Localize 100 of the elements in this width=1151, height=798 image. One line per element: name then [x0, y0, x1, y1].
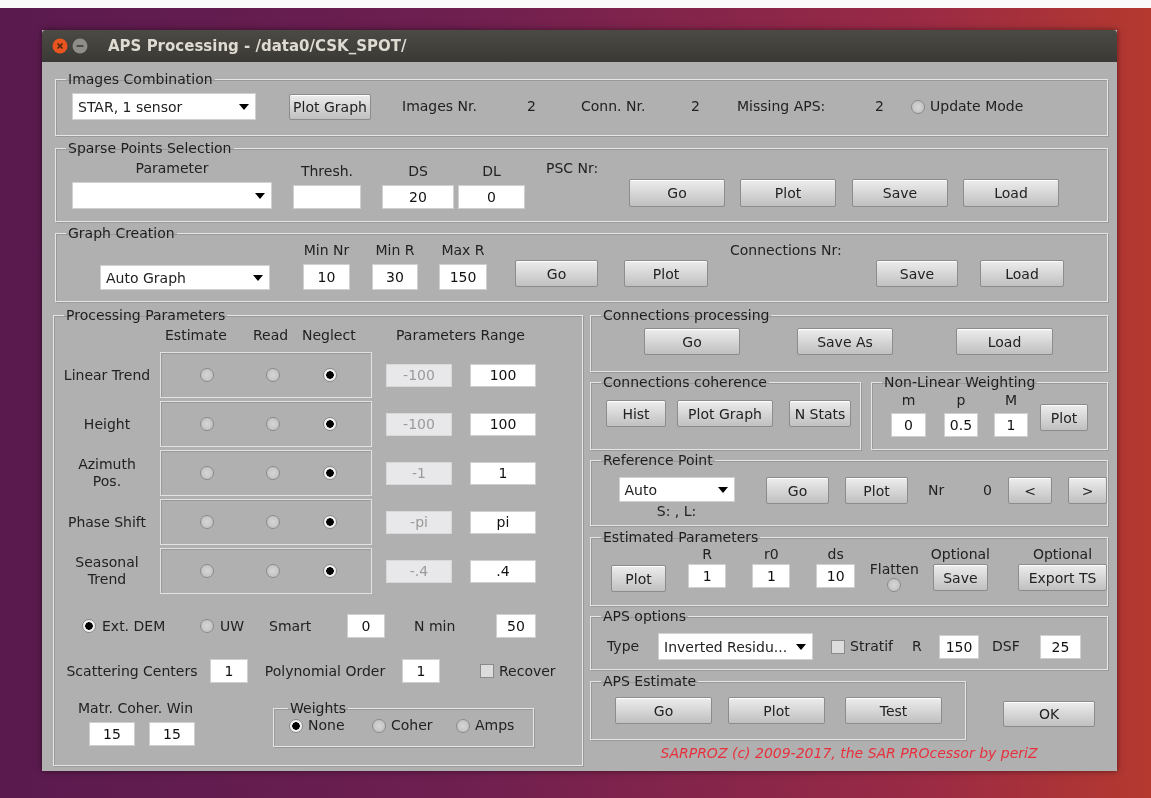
- field-label: Images Nr.: [402, 98, 477, 115]
- go-button[interactable]: Go: [615, 697, 712, 724]
- row-label: Phase Shift: [66, 513, 148, 531]
- field-label: R: [702, 546, 712, 563]
- field-label: Optional: [1032, 546, 1093, 563]
- input-field[interactable]: 1: [402, 659, 440, 683]
- go-button[interactable]: Go: [515, 260, 598, 287]
- save-button[interactable]: Save: [852, 179, 948, 207]
- dropdown[interactable]: Auto Graph: [100, 265, 270, 290]
- save-as-button[interactable]: Save As: [797, 328, 893, 355]
- plot-graph-button[interactable]: Plot Graph: [289, 93, 371, 120]
- input-field[interactable]: 100: [470, 412, 536, 436]
- field-label: ds: [827, 546, 844, 563]
- go-button[interactable]: Go: [766, 477, 829, 504]
- checkbox-label: Stratif: [850, 638, 894, 655]
- field-label: Optional: [930, 546, 990, 563]
- value-text: 0: [983, 482, 992, 499]
- input-field[interactable]: 25: [1040, 634, 1081, 659]
- value-text: 2: [875, 98, 884, 115]
- next-button[interactable]: >: [1068, 477, 1107, 504]
- field-label: Flatten: [869, 560, 919, 578]
- stats-button[interactable]: N Stats: [789, 400, 851, 427]
- group-title: APS Estimate: [602, 673, 698, 690]
- radio-label: Amps: [475, 717, 515, 734]
- plot-button[interactable]: Plot: [611, 565, 666, 592]
- window-title: APS Processing - /data0/CSK_SPOT/: [108, 37, 407, 55]
- field-label: Min Nr: [303, 242, 350, 259]
- field-label: DSF: [992, 638, 1020, 655]
- field-label: Connections Nr:: [730, 242, 842, 259]
- copyright-text: SARPROZ (c) 2009-2017, the SAR PROcessor by periZ: [660, 745, 1038, 761]
- dropdown[interactable]: Inverted Residu...: [658, 633, 813, 660]
- group-title: Connections coherence: [602, 374, 768, 391]
- input-field[interactable]: 1: [688, 564, 727, 588]
- go-button[interactable]: Go: [644, 328, 740, 355]
- field-label: R: [912, 638, 922, 655]
- field-label: Smart: [269, 617, 312, 635]
- input-field[interactable]: 10: [816, 564, 856, 588]
- input-field[interactable]: .4: [470, 559, 536, 583]
- input-field[interactable]: 0: [891, 413, 926, 437]
- plot-button[interactable]: Plot: [728, 697, 825, 724]
- field-label: Conn. Nr.: [581, 98, 646, 115]
- input-field[interactable]: 15: [149, 722, 195, 746]
- plot-button[interactable]: Plot: [1040, 404, 1088, 431]
- test-button[interactable]: Test: [845, 697, 942, 724]
- save-button[interactable]: Save: [876, 260, 958, 287]
- dropdown[interactable]: Auto: [618, 477, 735, 502]
- save-button[interactable]: Save: [932, 564, 988, 591]
- hist-button[interactable]: Hist: [606, 400, 666, 427]
- group-title: Sparse Points Selection: [67, 140, 233, 157]
- input-field[interactable]: 1: [470, 461, 536, 485]
- input-field[interactable]: 1: [210, 659, 248, 683]
- previous-button[interactable]: <: [1008, 477, 1052, 504]
- input-field[interactable]: 150: [939, 634, 979, 659]
- field-label: N min: [414, 617, 456, 635]
- field-label: Scattering Centers: [66, 662, 198, 680]
- input-field[interactable]: 50: [496, 614, 536, 638]
- radio-label: Update Mode: [930, 98, 1024, 115]
- column-header: Neglect: [302, 327, 356, 344]
- input-field[interactable]: 150: [439, 264, 487, 290]
- checkbox-label: Recover: [499, 662, 556, 680]
- radio-label: None: [308, 717, 345, 734]
- row-label: Height: [82, 415, 132, 433]
- radio-label: UW: [220, 617, 245, 635]
- ok-button[interactable]: OK: [1003, 700, 1095, 727]
- export-button[interactable]: Export TS: [1018, 564, 1107, 591]
- plot-graph-button[interactable]: Plot Graph: [677, 400, 773, 427]
- position-text: S: , L:: [656, 503, 697, 520]
- load-button[interactable]: Load: [956, 328, 1053, 355]
- input-field[interactable]: 1: [752, 564, 791, 588]
- input-field[interactable]: pi: [470, 510, 536, 534]
- field-label: Nr: [928, 482, 945, 499]
- field-label: Min R: [375, 242, 415, 259]
- input-field[interactable]: 15: [89, 722, 135, 746]
- plot-button[interactable]: Plot: [845, 477, 908, 504]
- group-title: Processing Parameters: [65, 307, 227, 324]
- field-label: DS: [408, 163, 428, 180]
- value-text: 2: [691, 98, 700, 115]
- input-field[interactable]: 20: [382, 185, 454, 209]
- input-field[interactable]: 10: [303, 264, 350, 290]
- field-label: r0: [764, 546, 779, 563]
- input-field[interactable]: 100: [470, 363, 536, 387]
- field-label: Matr. Coher. Win: [78, 700, 193, 717]
- field-label: Parameter: [135, 160, 209, 177]
- input-field[interactable]: 1: [994, 413, 1028, 437]
- column-header: Estimate: [165, 327, 227, 344]
- field-label: Type: [607, 638, 640, 655]
- load-button[interactable]: Load: [980, 260, 1064, 287]
- plot-button[interactable]: Plot: [740, 179, 836, 207]
- input-field[interactable]: 30: [372, 264, 418, 290]
- go-button[interactable]: Go: [629, 179, 725, 207]
- value-text: 2: [527, 98, 536, 115]
- input-field[interactable]: 0: [458, 185, 525, 209]
- field-label: M: [1004, 392, 1018, 409]
- input-field[interactable]: 0: [347, 614, 385, 638]
- input-field[interactable]: 0.5: [944, 413, 978, 437]
- load-button[interactable]: Load: [963, 179, 1059, 207]
- dropdown[interactable]: STAR, 1 sensor: [72, 93, 256, 120]
- group-title: Graph Creation: [67, 225, 176, 242]
- field-label: Polynomial Order: [264, 662, 386, 680]
- plot-button[interactable]: Plot: [624, 260, 708, 287]
